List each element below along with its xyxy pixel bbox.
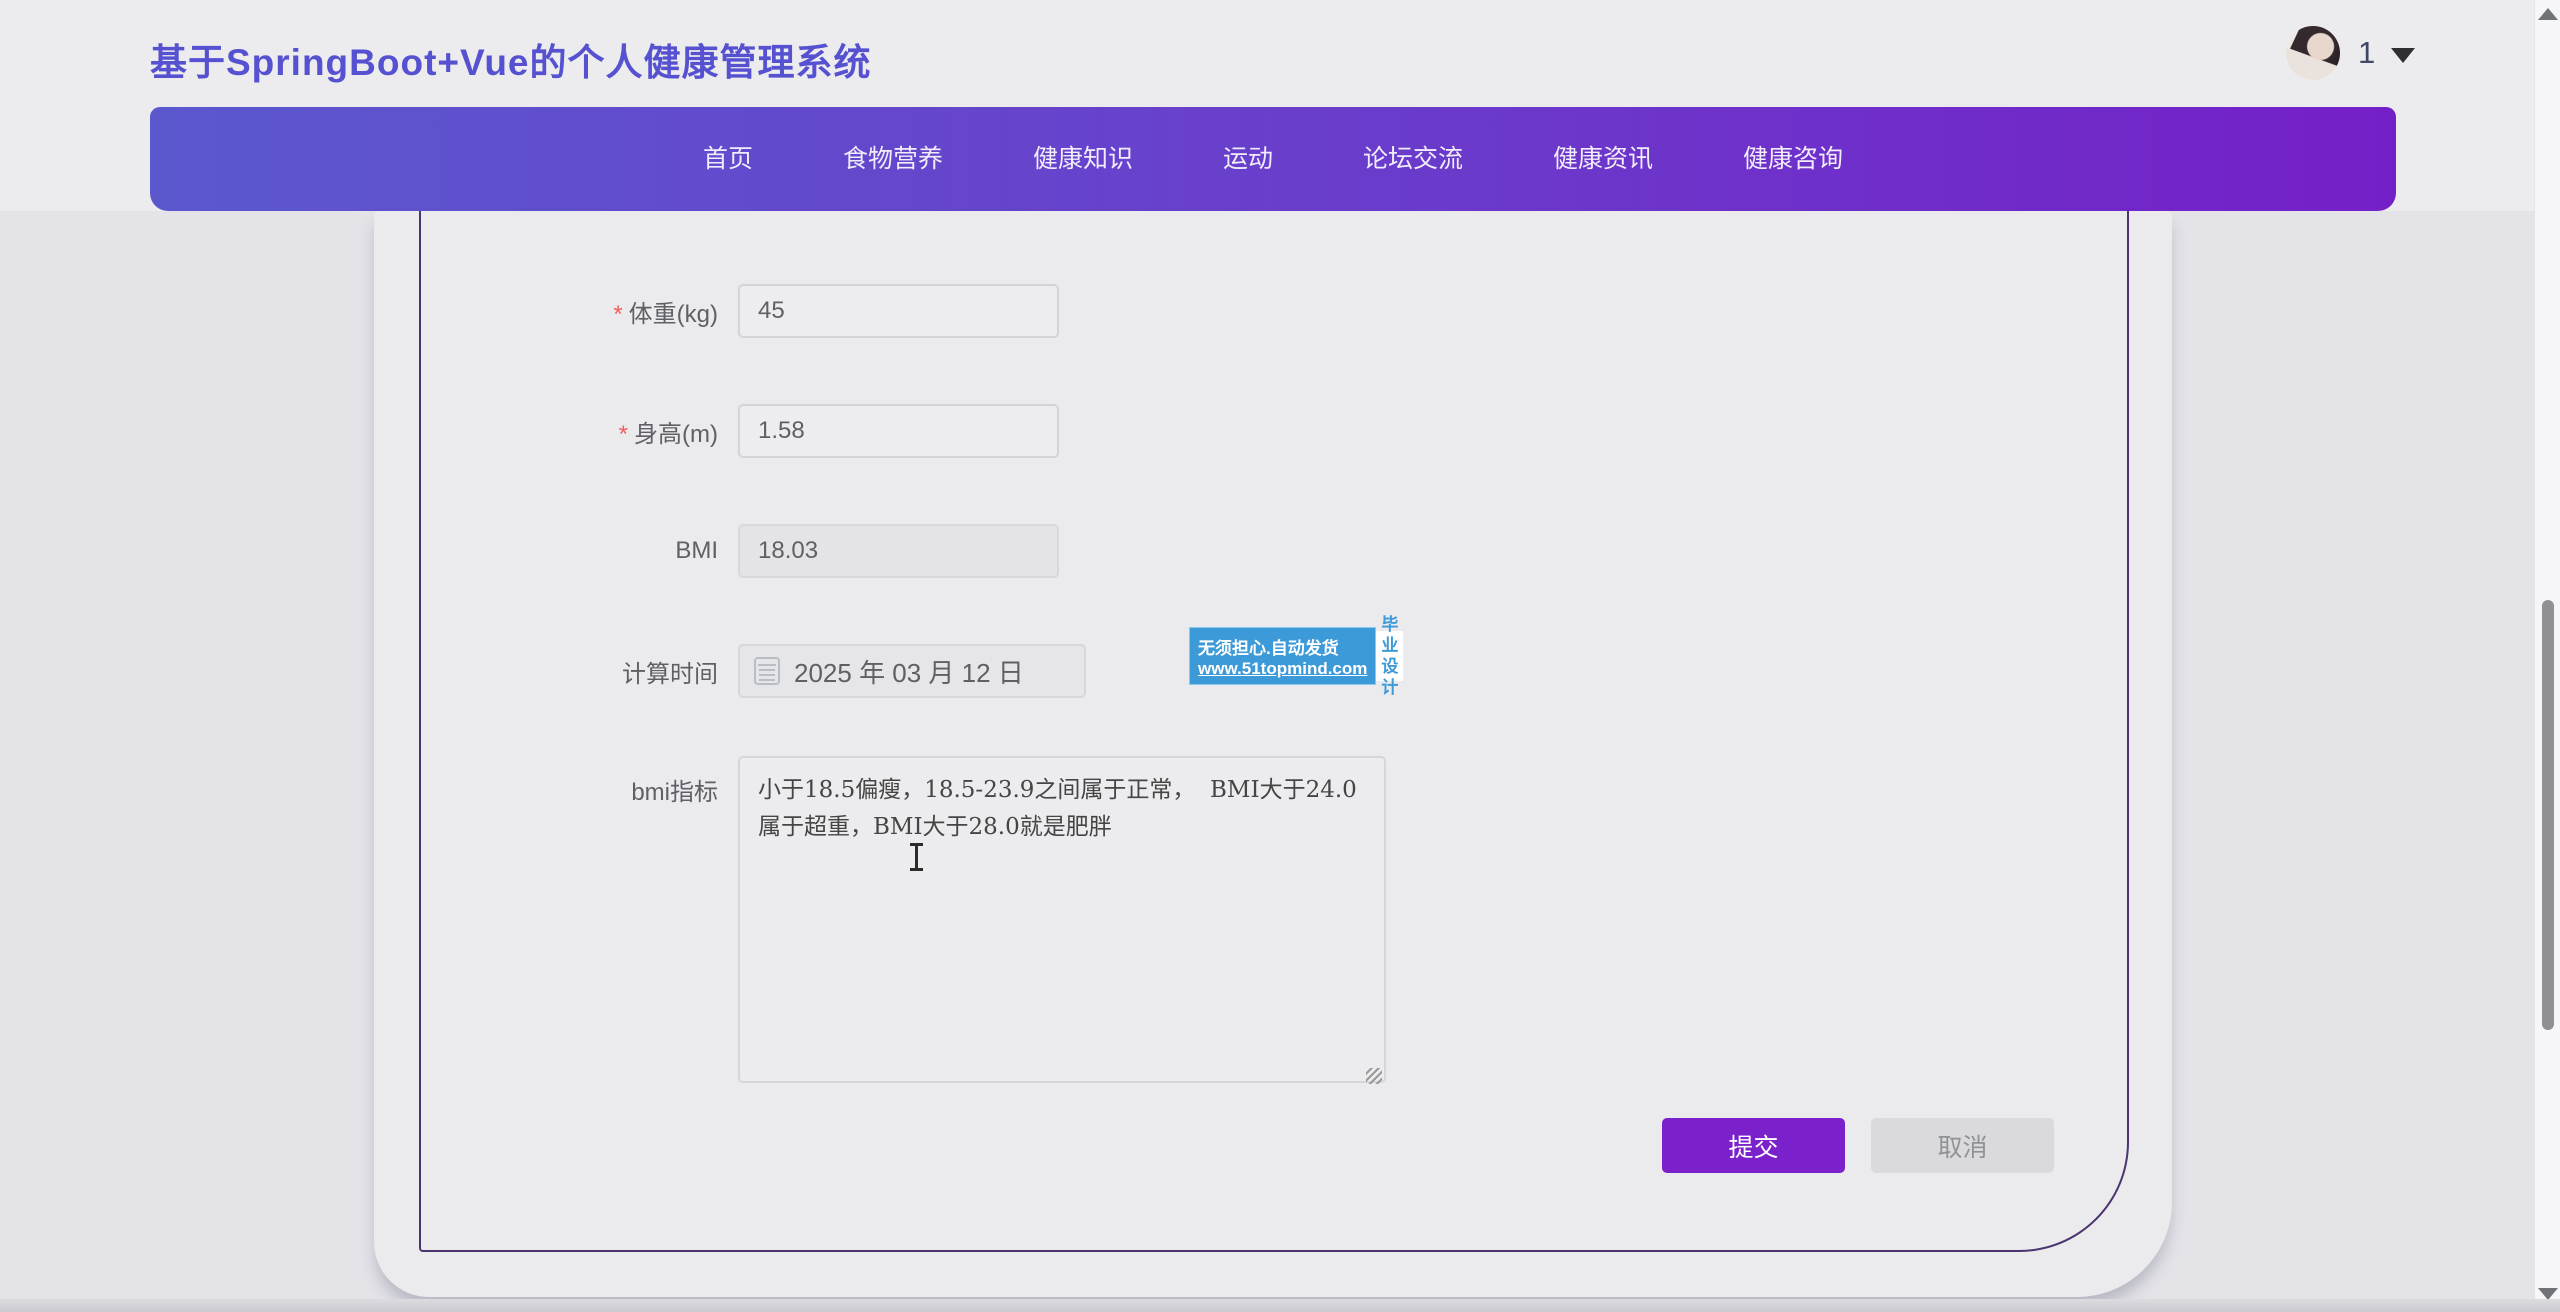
submit-button[interactable]: 提交 [1662, 1118, 1845, 1173]
main-nav: 首页 食物营养 健康知识 运动 论坛交流 健康资讯 健康咨询 [150, 107, 2396, 211]
calendar-icon [754, 657, 780, 685]
scrollbar-up-icon[interactable] [2538, 8, 2558, 20]
form-row-height: *身高(m) [419, 404, 1059, 458]
form-row-bmi: BMI [419, 524, 1059, 578]
height-input[interactable] [738, 404, 1059, 458]
bmi-input [738, 524, 1059, 578]
page-title: 基于SpringBoot+Vue的个人健康管理系统 [150, 32, 872, 86]
bmi-note-label: bmi指标 [419, 756, 718, 807]
nav-item-forum[interactable]: 论坛交流 [1318, 107, 1508, 211]
form-row-bmi-note: bmi指标 小于18.5偏瘦，18.5-23.9之间属于正常， BMI大于24.… [419, 756, 1386, 1088]
nav-item-food[interactable]: 食物营养 [798, 107, 988, 211]
nav-item-news[interactable]: 健康资讯 [1508, 107, 1698, 211]
form-row-date: 计算时间 2025 年 03 月 12 日 [419, 644, 1086, 698]
form-panel [419, 211, 2129, 1252]
nav-item-home[interactable]: 首页 [658, 107, 798, 211]
weight-label: *体重(kg) [419, 294, 718, 329]
user-name[interactable]: 1 [2358, 35, 2375, 71]
window-bottom-edge [0, 1299, 2560, 1312]
bmi-note-wrap: 小于18.5偏瘦，18.5-23.9之间属于正常， BMI大于24.0属于超重，… [738, 756, 1386, 1088]
height-label: *身高(m) [419, 414, 718, 449]
weight-input[interactable] [738, 284, 1059, 338]
text-cursor [915, 843, 918, 871]
watermark-side-badge: 毕业 设计 [1376, 631, 1403, 681]
required-marker: * [613, 301, 622, 328]
date-value: 2025 年 03 月 12 日 [794, 653, 1024, 690]
watermark-url: www.51topmind.com [1198, 659, 1367, 679]
date-picker[interactable]: 2025 年 03 月 12 日 [738, 644, 1086, 698]
nav-item-knowledge[interactable]: 健康知识 [988, 107, 1178, 211]
watermark-line1: 无须担心.自动发货 [1198, 634, 1367, 659]
required-marker: * [619, 421, 628, 448]
bmi-note-textarea[interactable]: 小于18.5偏瘦，18.5-23.9之间属于正常， BMI大于24.0属于超重，… [738, 756, 1386, 1083]
nav-item-consult[interactable]: 健康咨询 [1698, 107, 1888, 211]
avatar[interactable] [2286, 26, 2340, 80]
form-row-weight: *体重(kg) [419, 284, 1059, 338]
scrollbar[interactable] [2534, 0, 2560, 1312]
scrollbar-thumb[interactable] [2542, 600, 2554, 1030]
calc-time-label: 计算时间 [419, 654, 718, 689]
chevron-down-icon [2391, 48, 2415, 63]
cancel-button[interactable]: 取消 [1871, 1118, 2054, 1173]
watermark-text: 无须担心.自动发货 www.51topmind.com [1190, 628, 1373, 684]
user-menu[interactable]: 1 [2286, 24, 2415, 82]
bmi-label: BMI [419, 537, 718, 565]
watermark-badge: 无须担心.自动发货 www.51topmind.com 毕业 设计 [1189, 627, 1376, 685]
nav-item-sport[interactable]: 运动 [1178, 107, 1318, 211]
